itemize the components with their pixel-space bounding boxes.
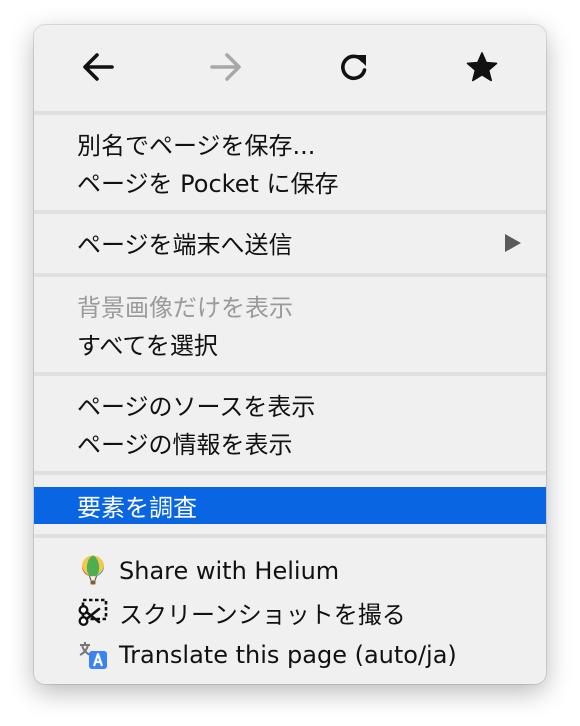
separator [34,111,546,115]
menu-item-label: Translate this page (auto/ja) [119,640,457,669]
menu-item-label: Share with Helium [119,556,340,585]
separator [34,471,546,475]
separator [34,273,546,277]
menu-item-share-with-helium[interactable]: Share with Helium [34,552,546,589]
menu-item-save-page-as[interactable]: 別名でページを保存... [34,125,546,162]
menu-item-label: ページを端末へ送信 [77,231,293,259]
menu-item-inspect-element[interactable]: 要素を調査 [34,487,546,524]
translate-icon [79,642,107,669]
forward-button[interactable] [204,45,248,89]
arrow-right-icon [210,53,241,81]
menu-item-label: 背景画像だけを表示 [77,294,293,322]
menu-item-label: 別名でページを保存... [77,132,316,160]
menu-item-view-source[interactable]: ページのソースを表示 [34,386,546,423]
context-menu: 別名でページを保存... ページを Pocket に保存 ページを端末へ送信 背… [34,25,546,684]
screenshot-scissors-icon [78,598,108,627]
menu-item-take-screenshot[interactable]: スクリーンショットを撮る [34,594,546,631]
menu-item-select-all[interactable]: すべてを選択 [34,325,546,362]
reload-icon [341,54,367,81]
menu-item-label: ページの情報を表示 [77,431,293,459]
menu-item-label: スクリーンショットを撮る [119,601,406,629]
menu-item-label: ページを Pocket に保存 [77,170,339,198]
hot-air-balloon-icon [82,555,104,585]
menu-item-page-info[interactable]: ページの情報を表示 [34,424,546,461]
menu-item-save-to-pocket[interactable]: ページを Pocket に保存 [34,163,546,200]
arrow-left-icon [83,53,114,81]
menu-item-translate-page[interactable]: Translate this page (auto/ja) [34,636,546,673]
separator [34,372,546,376]
separator [34,210,546,214]
menu-item-label: 要素を調査 [77,494,197,522]
menu-item-view-background-image: 背景画像だけを表示 [34,287,546,324]
reload-button[interactable] [332,45,376,89]
menu-item-send-to-device[interactable]: ページを端末へ送信 [34,224,546,261]
menu-item-label: すべてを選択 [77,332,218,360]
bookmark-button[interactable] [460,45,504,89]
navigation-row [34,25,546,111]
separator [34,534,546,538]
submenu-arrow-icon [505,234,521,252]
back-button[interactable] [76,45,120,89]
menu-item-label: ページのソースを表示 [77,393,316,421]
star-icon [466,52,498,82]
